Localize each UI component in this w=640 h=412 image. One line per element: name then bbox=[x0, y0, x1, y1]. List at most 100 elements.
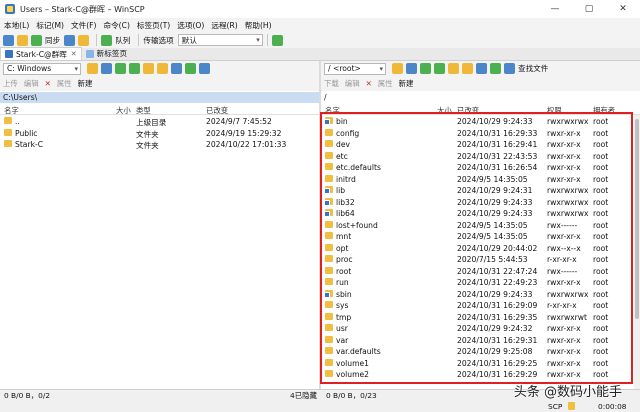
maximize-button[interactable]: ▢ bbox=[572, 0, 606, 18]
session-tabs: Stark-C@群晖 ✕ 新标签页 bbox=[0, 47, 640, 61]
winscp-app-icon bbox=[5, 4, 15, 14]
file-changed: 2024/10/22 17:01:33 bbox=[206, 140, 287, 149]
tab-session[interactable]: Stark-C@群晖 ✕ bbox=[0, 47, 82, 60]
local-path: C:\Users\ bbox=[0, 92, 319, 103]
file-changed: 2024/9/19 15:29:32 bbox=[206, 128, 282, 138]
file-name: Public bbox=[15, 128, 38, 138]
highlight-box bbox=[320, 112, 633, 384]
remote-scrollbar[interactable] bbox=[634, 115, 640, 389]
forward-icon[interactable] bbox=[129, 63, 140, 74]
back-icon[interactable] bbox=[115, 63, 126, 74]
new-button[interactable]: 新建 bbox=[78, 78, 93, 89]
session-time: 0:00:08 bbox=[598, 402, 627, 411]
menu-mark[interactable]: 标记(M) bbox=[36, 20, 64, 31]
properties-button[interactable]: 属性 bbox=[57, 78, 72, 89]
delete-icon[interactable]: ✕ bbox=[45, 79, 51, 88]
find-icon[interactable] bbox=[504, 63, 515, 74]
menu-bar: 本地(L) 标记(M) 文件(F) 命令(C) 标签页(T) 选项(O) 远程(… bbox=[0, 18, 640, 32]
file-type: 上级目录 bbox=[136, 118, 167, 127]
folder-icon bbox=[4, 128, 12, 136]
upload-button[interactable]: 上传 bbox=[3, 78, 18, 89]
session-icon bbox=[5, 50, 13, 58]
remote-hidden-count: 4已隐藏 bbox=[290, 391, 317, 400]
edit-button[interactable]: 编辑 bbox=[24, 78, 39, 89]
winscp-window: Users – Stark-C@群晖 – WinSCP — ▢ ✕ 本地(L) … bbox=[0, 0, 640, 412]
sync-icon[interactable] bbox=[31, 34, 42, 46]
menu-commands[interactable]: 命令(C) bbox=[104, 20, 130, 31]
transfer-options-label: 传输选项 bbox=[143, 35, 174, 45]
filter-icon[interactable] bbox=[406, 63, 417, 74]
table-row[interactable]: .. 上级目录 2024/9/7 7:45:52 bbox=[0, 116, 319, 128]
compare-icon[interactable] bbox=[3, 34, 14, 46]
parent-dir-icon[interactable] bbox=[143, 63, 154, 74]
remote-status: 0 B/0 B，0/23 bbox=[326, 391, 377, 400]
col-changed[interactable]: 已改变 bbox=[206, 105, 228, 116]
globe-icon[interactable] bbox=[271, 34, 283, 46]
tab-new[interactable]: 新标签页 bbox=[82, 47, 131, 60]
toolbar-separator bbox=[266, 34, 268, 46]
forward-icon[interactable] bbox=[434, 63, 445, 74]
root-dir-icon[interactable] bbox=[157, 63, 168, 74]
home-icon[interactable] bbox=[476, 63, 487, 74]
tab-new-label: 新标签页 bbox=[96, 49, 128, 58]
col-name[interactable]: 名字 bbox=[4, 105, 19, 116]
menu-options[interactable]: 选项(O) bbox=[177, 20, 204, 31]
menu-files[interactable]: 文件(F) bbox=[71, 20, 96, 31]
refresh-icon[interactable] bbox=[185, 63, 196, 74]
tab-session-label: Stark-C@群晖 bbox=[16, 49, 67, 59]
find-icon[interactable] bbox=[199, 63, 210, 74]
remote-dir-select[interactable]: / <root> bbox=[324, 62, 386, 75]
queue-button[interactable]: 队列 bbox=[115, 35, 130, 46]
terminal-icon[interactable] bbox=[64, 34, 76, 46]
toolbar-separator bbox=[96, 34, 98, 46]
remote-path: / bbox=[321, 92, 640, 103]
preferences-icon[interactable] bbox=[78, 34, 90, 46]
refresh-icon[interactable] bbox=[490, 63, 501, 74]
open-folder-icon[interactable] bbox=[87, 63, 98, 74]
local-status: 0 B/0 B，0/2 bbox=[4, 391, 51, 400]
home-icon[interactable] bbox=[171, 63, 182, 74]
file-name: Stark-C bbox=[15, 140, 44, 149]
close-button[interactable]: ✕ bbox=[606, 0, 640, 18]
watermark: 头条 @数码小能手 bbox=[513, 385, 622, 400]
sync-browse-icon[interactable] bbox=[17, 34, 28, 46]
queue-icon[interactable] bbox=[101, 34, 113, 46]
local-action-bar: 上传 编辑 ✕ 属性 新建 bbox=[0, 76, 319, 91]
download-button[interactable]: 下载 bbox=[324, 78, 339, 89]
root-dir-icon[interactable] bbox=[462, 63, 473, 74]
sync-button[interactable]: 同步 bbox=[45, 35, 60, 46]
properties-button[interactable]: 属性 bbox=[378, 78, 393, 89]
local-pane: C: Windows 上传 编辑 ✕ 属性 新建 C:\Users\ 名字 大小… bbox=[0, 61, 319, 389]
menu-tabs[interactable]: 标签页(T) bbox=[137, 20, 170, 31]
find-files-button[interactable]: 查找文件 bbox=[518, 63, 548, 74]
toolbar-separator bbox=[138, 34, 140, 46]
open-folder-icon[interactable] bbox=[392, 63, 403, 74]
menu-remote[interactable]: 远程(R) bbox=[211, 20, 237, 31]
col-size[interactable]: 大小 bbox=[116, 105, 131, 116]
local-file-header: 名字 大小 类型 已改变 bbox=[0, 104, 319, 115]
menu-local[interactable]: 本地(L) bbox=[4, 20, 29, 31]
folder-icon bbox=[4, 140, 12, 147]
new-button[interactable]: 新建 bbox=[399, 78, 414, 89]
col-type[interactable]: 类型 bbox=[136, 105, 151, 116]
minimize-button[interactable]: — bbox=[538, 0, 572, 18]
file-name: .. bbox=[15, 117, 20, 126]
local-drive-select[interactable]: C: Windows bbox=[3, 62, 81, 75]
file-changed: 2024/9/7 7:45:52 bbox=[206, 117, 272, 126]
folder-icon bbox=[4, 117, 12, 124]
delete-icon[interactable]: ✕ bbox=[366, 79, 372, 88]
remote-drive-bar: / <root> 查找文件 bbox=[321, 61, 640, 76]
window-controls: — ▢ ✕ bbox=[538, 0, 640, 18]
window-title: Users – Stark-C@群晖 – WinSCP bbox=[20, 4, 145, 14]
menu-help[interactable]: 帮助(H) bbox=[245, 20, 272, 31]
tab-close-icon[interactable]: ✕ bbox=[71, 50, 77, 58]
transfer-options-select[interactable]: 默认 bbox=[177, 34, 263, 46]
back-icon[interactable] bbox=[420, 63, 431, 74]
protocol: SCP bbox=[548, 402, 563, 411]
table-row[interactable]: Public 文件夹 2024/9/19 15:29:32 bbox=[0, 128, 319, 140]
filter-icon[interactable] bbox=[101, 63, 112, 74]
main-toolbar: 同步 队列 传输选项 默认 bbox=[0, 32, 640, 48]
table-row[interactable]: Stark-C 文件夹 2024/10/22 17:01:33 bbox=[0, 139, 319, 151]
parent-dir-icon[interactable] bbox=[448, 63, 459, 74]
edit-button[interactable]: 编辑 bbox=[345, 78, 360, 89]
